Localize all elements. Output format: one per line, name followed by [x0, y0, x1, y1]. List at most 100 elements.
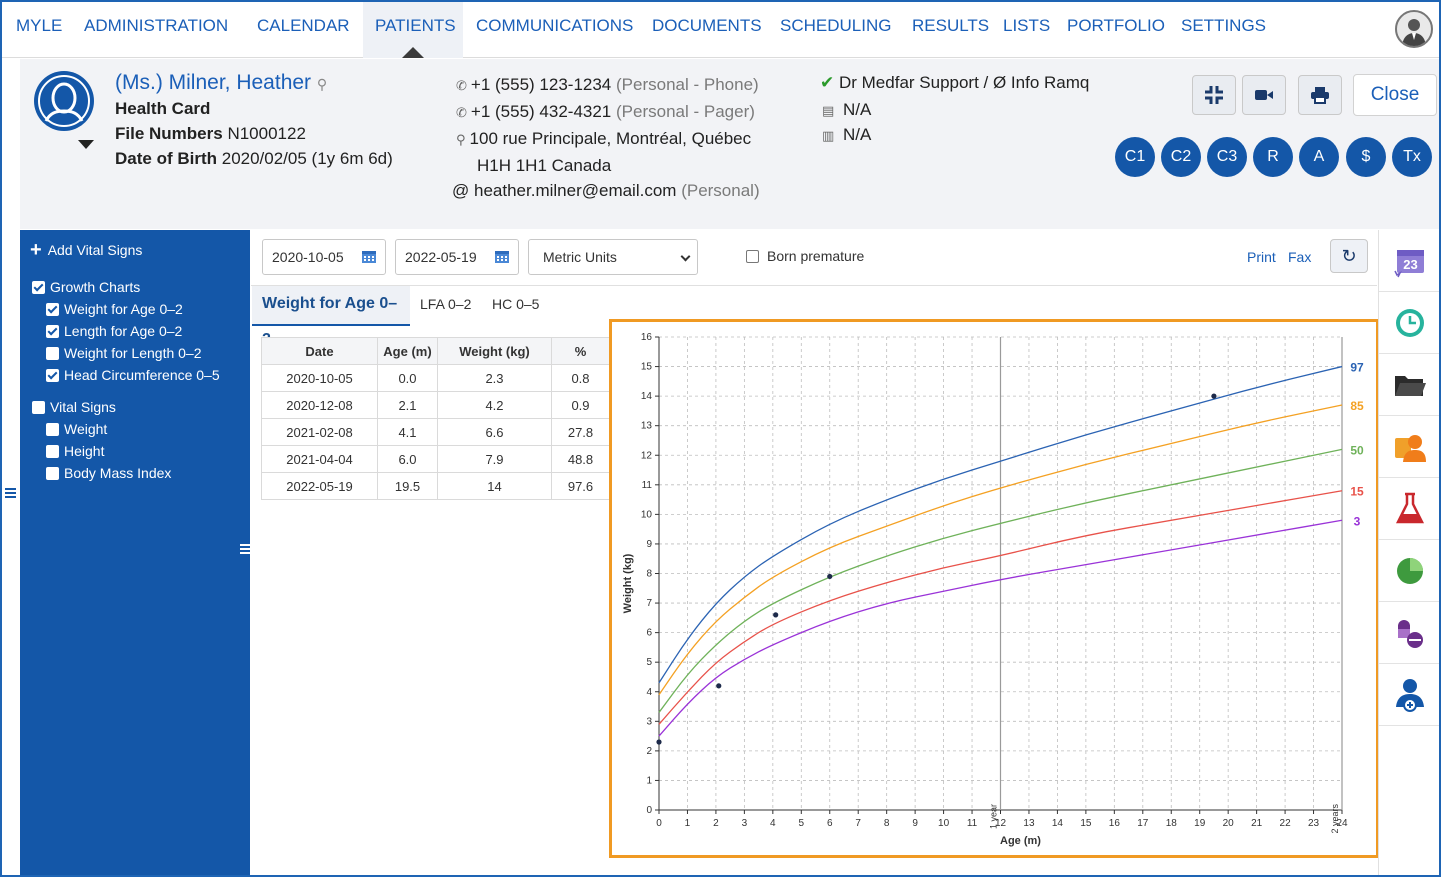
- born-premature-toggle[interactable]: Born premature: [746, 248, 864, 264]
- file-numbers-value: N1000122: [227, 124, 306, 143]
- table-row[interactable]: 2022-05-19 19.5 14 97.6: [261, 472, 610, 500]
- table-row[interactable]: 2021-02-08 4.1 6.6 27.8: [261, 418, 610, 446]
- born-premature-checkbox[interactable]: [746, 249, 759, 263]
- rail-lab-button[interactable]: [1379, 478, 1439, 540]
- length-for-age-checkbox[interactable]: [46, 324, 59, 338]
- add-vital-signs-button[interactable]: + Add Vital Signs: [30, 240, 142, 260]
- billing-button[interactable]: $: [1346, 137, 1386, 177]
- top-navigation: MYLE ADMINISTRATION CALENDAR PATIENTS CO…: [2, 2, 1439, 58]
- refresh-icon: ↻: [1341, 246, 1357, 266]
- cell-age: 4.1: [377, 418, 438, 446]
- rail-contacts-button[interactable]: [1379, 416, 1439, 478]
- nav-calendar[interactable]: CALENDAR: [245, 2, 362, 58]
- email[interactable]: @ heather.milner@email.com (Personal): [452, 181, 760, 201]
- nav-scheduling[interactable]: SCHEDULING: [768, 2, 903, 58]
- medication-icon: [1397, 619, 1423, 648]
- growth-item-weight-for-age[interactable]: Weight for Age 0–2: [46, 301, 183, 317]
- a-button[interactable]: A: [1299, 137, 1339, 177]
- y-tick-label: 14: [641, 391, 653, 402]
- growth-item-weight-for-length[interactable]: Weight for Length 0–2: [46, 345, 202, 361]
- left-panel-grip-icon[interactable]: [5, 488, 16, 499]
- patient-avatar-icon[interactable]: [34, 71, 94, 131]
- vital-signs-checkbox[interactable]: [32, 400, 45, 414]
- tab-lfa[interactable]: LFA 0–2: [410, 286, 481, 326]
- growth-item-head-circumference[interactable]: Head Circumference 0–5: [46, 367, 220, 383]
- end-date-input[interactable]: 2022-05-19: [395, 239, 519, 275]
- calendar-icon[interactable]: [494, 248, 510, 264]
- units-select[interactable]: Metric Units: [528, 239, 698, 275]
- nav-portfolio[interactable]: PORTFOLIO: [1055, 2, 1177, 58]
- y-tick-label: 7: [646, 598, 652, 609]
- email-type: (Personal): [681, 181, 760, 200]
- vital-signs-toggle[interactable]: Vital Signs: [32, 399, 116, 415]
- tx-button[interactable]: Tx: [1392, 137, 1432, 177]
- vital-item-bmi[interactable]: Body Mass Index: [46, 465, 171, 481]
- nav-settings[interactable]: SETTINGS: [1169, 2, 1278, 58]
- nav-lists[interactable]: LISTS: [991, 2, 1062, 58]
- dob-value: 2020/02/05 (1y 6m 6d): [221, 149, 393, 168]
- nav-myle[interactable]: MYLE: [4, 2, 74, 58]
- column-header-percentile[interactable]: %: [551, 337, 610, 365]
- close-button[interactable]: Close: [1353, 74, 1437, 116]
- nav-documents[interactable]: DOCUMENTS: [640, 2, 774, 58]
- rail-medication-button[interactable]: [1379, 602, 1439, 664]
- height-checkbox[interactable]: [46, 444, 59, 458]
- cell-percentile: 0.8: [551, 364, 610, 392]
- calendar-icon[interactable]: [361, 248, 377, 264]
- c3-button[interactable]: C3: [1207, 137, 1247, 177]
- weight-for-age-checkbox[interactable]: [46, 302, 59, 316]
- c1-button[interactable]: C1: [1115, 137, 1155, 177]
- table-row[interactable]: 2021-04-04 6.0 7.9 48.8: [261, 445, 610, 473]
- expand-caret-icon[interactable]: [78, 140, 94, 149]
- nav-patients[interactable]: PATIENTS: [363, 2, 463, 58]
- column-header-date[interactable]: Date: [261, 337, 378, 365]
- rail-calendar-button[interactable]: 23: [1379, 230, 1439, 292]
- vital-item-height[interactable]: Height: [46, 443, 104, 459]
- measurement-point: [716, 683, 722, 689]
- rail-documents-button[interactable]: [1379, 354, 1439, 416]
- x-tick-label: 6: [827, 818, 833, 829]
- video-call-button[interactable]: [1242, 75, 1286, 115]
- phone-pager[interactable]: ✆ +1 (555) 432-4321 (Personal - Pager): [456, 102, 755, 122]
- table-row[interactable]: 2020-12-08 2.1 4.2 0.9: [261, 391, 610, 419]
- column-header-weight[interactable]: Weight (kg): [437, 337, 552, 365]
- head-circumference-checkbox[interactable]: [46, 368, 59, 382]
- map-pin-icon: ⚲: [456, 132, 466, 147]
- weight-for-length-checkbox[interactable]: [46, 346, 59, 360]
- print-button[interactable]: [1298, 75, 1342, 115]
- column-header-age[interactable]: Age (m): [377, 337, 438, 365]
- rail-statistics-button[interactable]: [1379, 540, 1439, 602]
- address-line-2: H1H 1H1 Canada: [477, 156, 612, 175]
- x-tick-label: 14: [1052, 818, 1064, 829]
- rail-history-button[interactable]: [1379, 292, 1439, 354]
- sidebar-resize-grip-icon[interactable]: [240, 544, 251, 555]
- fax-link[interactable]: Fax: [1288, 249, 1311, 265]
- growth-charts-toggle[interactable]: Growth Charts: [32, 279, 140, 295]
- tab-hc[interactable]: HC 0–5: [482, 286, 549, 326]
- video-camera-icon: [1255, 90, 1273, 100]
- active-tab-indicator: [402, 47, 424, 58]
- weight-checkbox[interactable]: [46, 422, 59, 436]
- print-link[interactable]: Print: [1247, 249, 1276, 265]
- x-tick-label: 5: [799, 818, 805, 829]
- r-button[interactable]: R: [1253, 137, 1293, 177]
- bmi-checkbox[interactable]: [46, 466, 59, 480]
- c2-button[interactable]: C2: [1161, 137, 1201, 177]
- lab-flask-icon: [1395, 492, 1424, 523]
- y-tick-label: 8: [646, 569, 652, 580]
- growth-item-length-for-age[interactable]: Length for Age 0–2: [46, 323, 182, 339]
- growth-charts-checkbox[interactable]: [32, 280, 45, 294]
- tab-weight-for-age[interactable]: Weight for Age 0–2: [252, 286, 410, 348]
- nav-communications[interactable]: COMMUNICATIONS: [464, 2, 645, 58]
- phone-personal[interactable]: ✆ +1 (555) 123-1234 (Personal - Phone): [456, 75, 759, 95]
- rail-patient-button[interactable]: [1379, 664, 1439, 726]
- user-avatar-icon[interactable]: [1395, 10, 1433, 48]
- vital-item-label: Weight: [64, 421, 108, 437]
- table-row[interactable]: 2020-10-05 0.0 2.3 0.8: [261, 364, 610, 392]
- nav-administration[interactable]: ADMINISTRATION: [72, 2, 240, 58]
- vital-item-weight[interactable]: Weight: [46, 421, 107, 437]
- start-date-input[interactable]: 2020-10-05: [262, 239, 386, 275]
- refresh-button[interactable]: ↻: [1330, 239, 1368, 273]
- compress-button[interactable]: [1192, 75, 1236, 115]
- nav-results[interactable]: RESULTS: [900, 2, 1001, 58]
